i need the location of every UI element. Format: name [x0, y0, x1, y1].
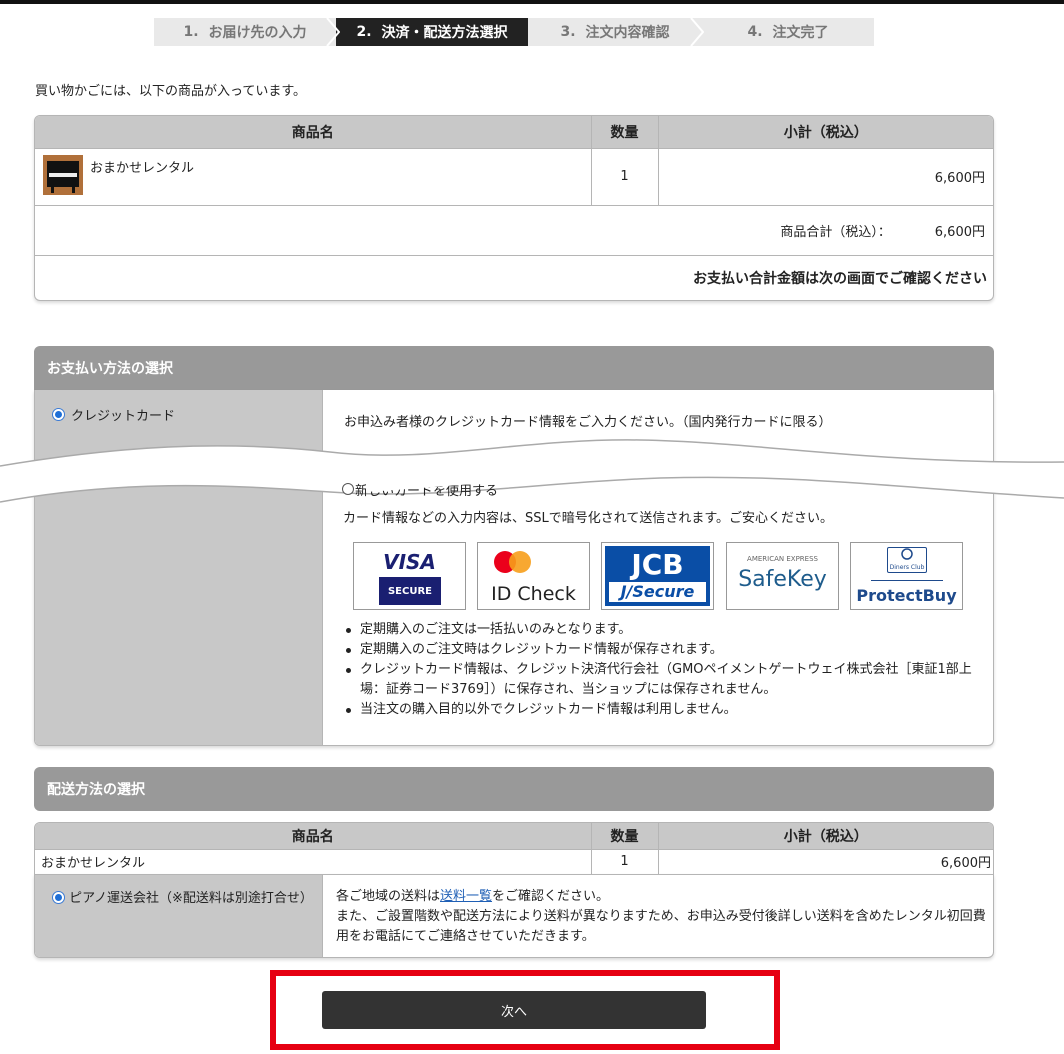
step-3: 3. 注文内容確認 — [528, 18, 714, 46]
step-4: 4. 注文完了 — [702, 18, 874, 46]
notice-row: お支払い合計金額は次の画面でご確認ください — [35, 254, 993, 300]
col-quantity: 数量 — [591, 116, 659, 148]
col-subtotal: 小計（税込） — [658, 823, 993, 849]
product-subtotal: 6,600円 — [658, 147, 993, 205]
shipping-desc-prefix: 各ご地域の送料は — [336, 889, 441, 904]
id-check-text: ID Check — [491, 583, 576, 605]
col-product-name: 商品名 — [35, 823, 592, 849]
col-product-name: 商品名 — [35, 116, 592, 148]
step-divider-icon — [690, 18, 704, 46]
ship-product-qty: 1 — [591, 848, 659, 874]
credit-card-label[interactable]: クレジットカード — [71, 405, 175, 424]
shipping-option-cell: ピアノ運送会社（※配送料は別途打合せ） — [35, 875, 323, 957]
visa-text: VISA — [383, 550, 436, 574]
list-item: 定期購入のご注文は一括払いのみとなります。 — [342, 620, 982, 640]
protectbuy-text: ProtectBuy — [856, 586, 957, 605]
top-border — [0, 0, 1064, 4]
diners-circle-icon — [901, 548, 913, 560]
cart-table: 商品名 数量 小計（税込） おまかせレンタル 1 6,600円 商品合計（税込）… — [34, 115, 994, 301]
piano-thumbnail-icon — [43, 154, 83, 195]
mastercard-id-check-logo: ID Check — [477, 542, 590, 610]
payment-total-notice: お支払い合計金額は次の画面でご確認ください — [35, 254, 993, 300]
product-name: おまかせレンタル — [90, 160, 195, 176]
diners-protectbuy-logo: Diners Club ProtectBuy — [850, 542, 963, 610]
step-2-active: 2. 決済・配送方法選択 — [336, 18, 540, 46]
step-label: 注文完了 — [772, 25, 829, 41]
step-label: 注文内容確認 — [585, 25, 670, 41]
shipping-items-table: 商品名 数量 小計（税込） おまかせレンタル 1 6,600円 — [34, 822, 994, 876]
checkout-steps: 1. お届け先の入力 2. 決済・配送方法選択 3. 注文内容確認 4. 注文完… — [154, 18, 874, 46]
piano-shipping-label[interactable]: ピアノ運送会社（※配送料は別途打合せ） — [69, 891, 313, 906]
product-qty: 1 — [591, 147, 659, 205]
amex-text: AMERICAN EXPRESS — [747, 555, 818, 563]
piano-shipping-radio[interactable] — [52, 891, 65, 904]
payment-section-header: お支払い方法の選択 — [34, 346, 994, 390]
table-row: おまかせレンタル 1 6,600円 — [35, 848, 993, 874]
total-value: 6,600円 — [934, 224, 985, 240]
list-item: 当注文の購入目的以外でクレジットカード情報は利用しません。 — [342, 700, 982, 720]
step-divider-icon — [326, 18, 340, 46]
card-instruction: お申込み者様のクレジットカード情報をご入力ください。（国内発行カードに限る） — [344, 415, 832, 430]
visa-secure-logo: VISA SECURE — [353, 542, 466, 610]
list-item: クレジットカード情報は、クレジット決済代行会社（GMOペイメントゲートウェイ株式… — [342, 660, 982, 700]
credit-card-radio[interactable] — [52, 408, 65, 421]
credit-card-notes: 定期購入のご注文は一括払いのみとなります。 定期購入のご注文時はクレジットカード… — [342, 620, 982, 720]
next-button[interactable]: 次へ — [322, 991, 706, 1029]
jcb-j-secure-logo: JCB J/Secure — [601, 542, 714, 610]
wave-cover — [366, 470, 506, 492]
list-item: 定期購入のご注文時はクレジットカード情報が保存されます。 — [342, 640, 982, 660]
total-row: 商品合計（税込）： 6,600円 — [35, 204, 993, 255]
secure-badge: SECURE — [379, 577, 441, 605]
step-1: 1. お届け先の入力 — [154, 18, 336, 46]
shipping-method-body: ピアノ運送会社（※配送料は別途打合せ） 各ご地域の送料は送料一覧をご確認ください… — [34, 874, 994, 958]
table-row: おまかせレンタル 1 6,600円 — [35, 147, 993, 205]
total-label: 商品合計（税込）： — [780, 224, 891, 240]
shipping-desc-suffix: をご確認ください。 — [492, 889, 610, 904]
step-number: 1. — [183, 24, 199, 40]
step-label: 決済・配送方法選択 — [381, 25, 508, 41]
shipping-desc-line2: また、ご設置階数や配送方法により送料が異なりますため、お申込み受付後詳しい送料を… — [336, 909, 986, 944]
shipping-fee-list-link[interactable]: 送料一覧 — [440, 889, 492, 904]
page-break-wave — [0, 439, 1064, 503]
ship-product-name: おまかせレンタル — [35, 848, 592, 874]
safekey-text: SafeKey — [738, 567, 827, 592]
col-quantity: 数量 — [591, 823, 659, 849]
j-secure-text: J/Secure — [609, 582, 706, 602]
shipping-description: 各ご地域の送料は送料一覧をご確認ください。 また、ご設置階数や配送方法により送料… — [336, 887, 986, 947]
step-number: 4. — [747, 24, 763, 40]
ssl-notice: カード情報などの入力内容は、SSLで暗号化されて送信されます。ご安心ください。 — [343, 511, 834, 526]
mastercard-circles-icon — [494, 551, 531, 573]
amex-safekey-logo: AMERICAN EXPRESS SafeKey — [726, 542, 839, 610]
ship-product-subtotal: 6,600円 — [658, 848, 993, 874]
new-card-radio[interactable] — [342, 483, 354, 495]
step-label: お届け先の入力 — [208, 25, 307, 41]
col-subtotal: 小計（税込） — [658, 116, 993, 148]
cart-intro-text: 買い物かごには、以下の商品が入っています。 — [35, 84, 307, 99]
shipping-section-header: 配送方法の選択 — [34, 767, 994, 811]
step-number: 3. — [560, 24, 576, 40]
diners-text: Diners Club — [889, 564, 925, 571]
step-number: 2. — [356, 24, 372, 40]
jcb-text: JCB — [631, 548, 684, 581]
